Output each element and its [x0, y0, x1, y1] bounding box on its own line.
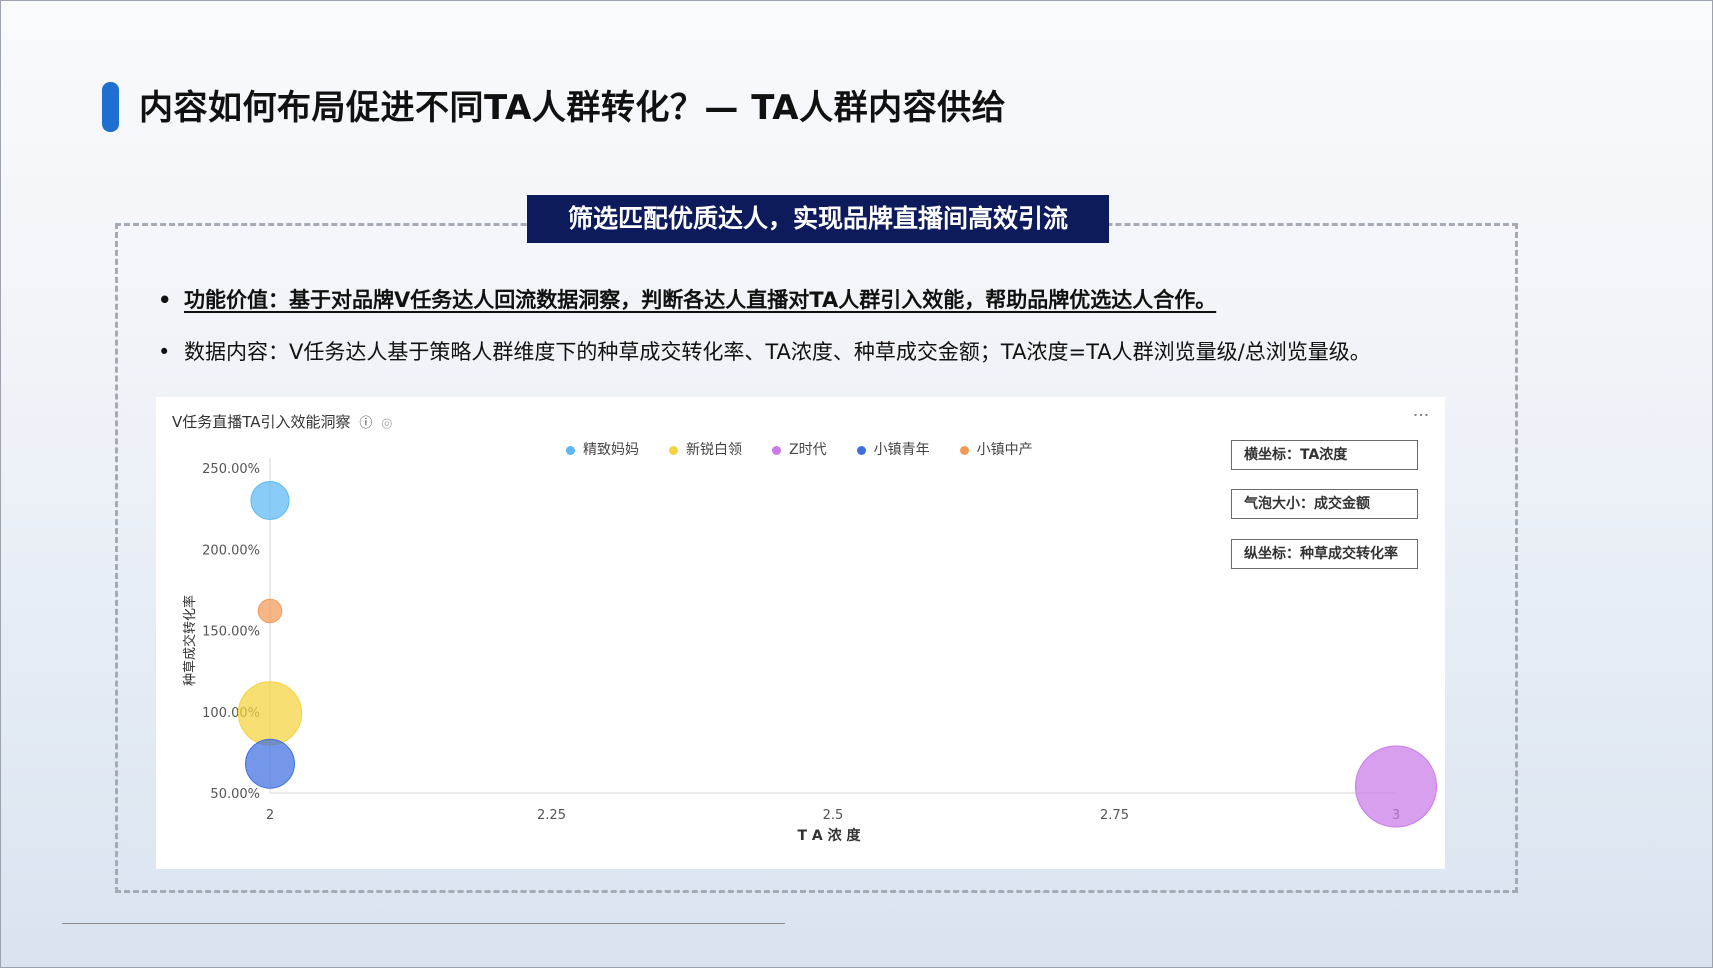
bubble-point: [257, 598, 283, 624]
legend-item[interactable]: 新锐白领: [669, 439, 742, 459]
legend-swatch: [959, 445, 969, 455]
more-vertical-icon[interactable]: ⋮: [1412, 407, 1431, 420]
bullet-function-value: • 功能价值：基于对品牌V任务达人回流数据洞察，判断各达人直播对TA人群引入效能，…: [158, 284, 1216, 314]
x-tick-label: 2.25: [537, 808, 566, 823]
legend-swatch: [856, 445, 866, 455]
chart-panel-title: V任务直播TA引入效能洞察 ⓘ ◎: [172, 411, 392, 432]
legend-swatch: [566, 445, 575, 455]
info-circle-icon[interactable]: ⓘ: [359, 412, 372, 431]
y-axis-title: 种草成交转化率: [182, 595, 198, 686]
legend-swatch: [772, 445, 781, 455]
y-tick-label: 50.00%: [210, 787, 260, 802]
slide-title: 内容如何布局促进不同TA人群转化？— TA人群内容供给: [139, 88, 1007, 128]
bubble-point: [237, 681, 303, 746]
legend-item[interactable]: 精致妈妈: [566, 439, 639, 459]
bullet-marker: •: [158, 288, 172, 312]
bubble-point: [245, 738, 295, 789]
chart-title-text: V任务直播TA引入效能洞察: [172, 413, 351, 431]
x-axis-title: T A 浓 度: [797, 827, 861, 844]
bullet-data-content: • 数据内容：V任务达人基于策略人群维度下的种草成交转化率、TA浓度、种草成交金额…: [158, 336, 1371, 366]
x-tick-label: 2: [266, 808, 274, 823]
legend-label: 精致妈妈: [583, 442, 639, 458]
bullet-text: 数据内容：V任务达人基于策略人群维度下的种草成交转化率、TA浓度、种草成交金额；…: [184, 340, 1371, 364]
legend-label: Z时代: [789, 442, 827, 458]
y-tick-label: 200.00%: [202, 543, 260, 558]
legend-label: 新锐白领: [686, 442, 742, 458]
note-y-axis: 纵坐标：种草成交转化率: [1231, 539, 1418, 569]
note-x-axis: 横坐标：TA浓度: [1231, 440, 1418, 470]
x-tick-label: 2.75: [1100, 808, 1129, 823]
chart-legend: 精致妈妈 新锐白领 Z时代 小镇青年 小镇中产: [566, 439, 1063, 459]
bullet-marker: •: [158, 340, 171, 364]
legend-label: 小镇青年: [873, 442, 930, 458]
note-bubble-size: 气泡大小：成交金额: [1231, 489, 1418, 519]
legend-item[interactable]: Z时代: [772, 439, 827, 459]
legend-swatch: [669, 445, 678, 455]
title-accent-bar: [102, 82, 119, 132]
bubble-point: [1354, 745, 1438, 828]
y-tick-label: 250.00%: [202, 462, 260, 477]
footer-divider: [62, 923, 785, 924]
eye-icon[interactable]: ◎: [381, 416, 392, 431]
bubble-point: [250, 481, 290, 520]
y-tick-label: 150.00%: [202, 625, 260, 640]
chart-panel: 50.00% 100.00% 150.00% 200.00% 250.00% 2 2.25 2…: [156, 397, 1445, 869]
legend-item[interactable]: 小镇青年: [856, 439, 930, 459]
legend-label: 小镇中产: [976, 442, 1033, 458]
banner-heading: 筛选匹配优质达人，实现品牌直播间高效引流: [527, 195, 1109, 243]
bullet-text: 功能价值：基于对品牌V任务达人回流数据洞察，判断各达人直播对TA人群引入效能，帮…: [184, 288, 1217, 312]
legend-item[interactable]: 小镇中产: [959, 439, 1033, 459]
x-tick-label: 2.5: [823, 808, 844, 823]
